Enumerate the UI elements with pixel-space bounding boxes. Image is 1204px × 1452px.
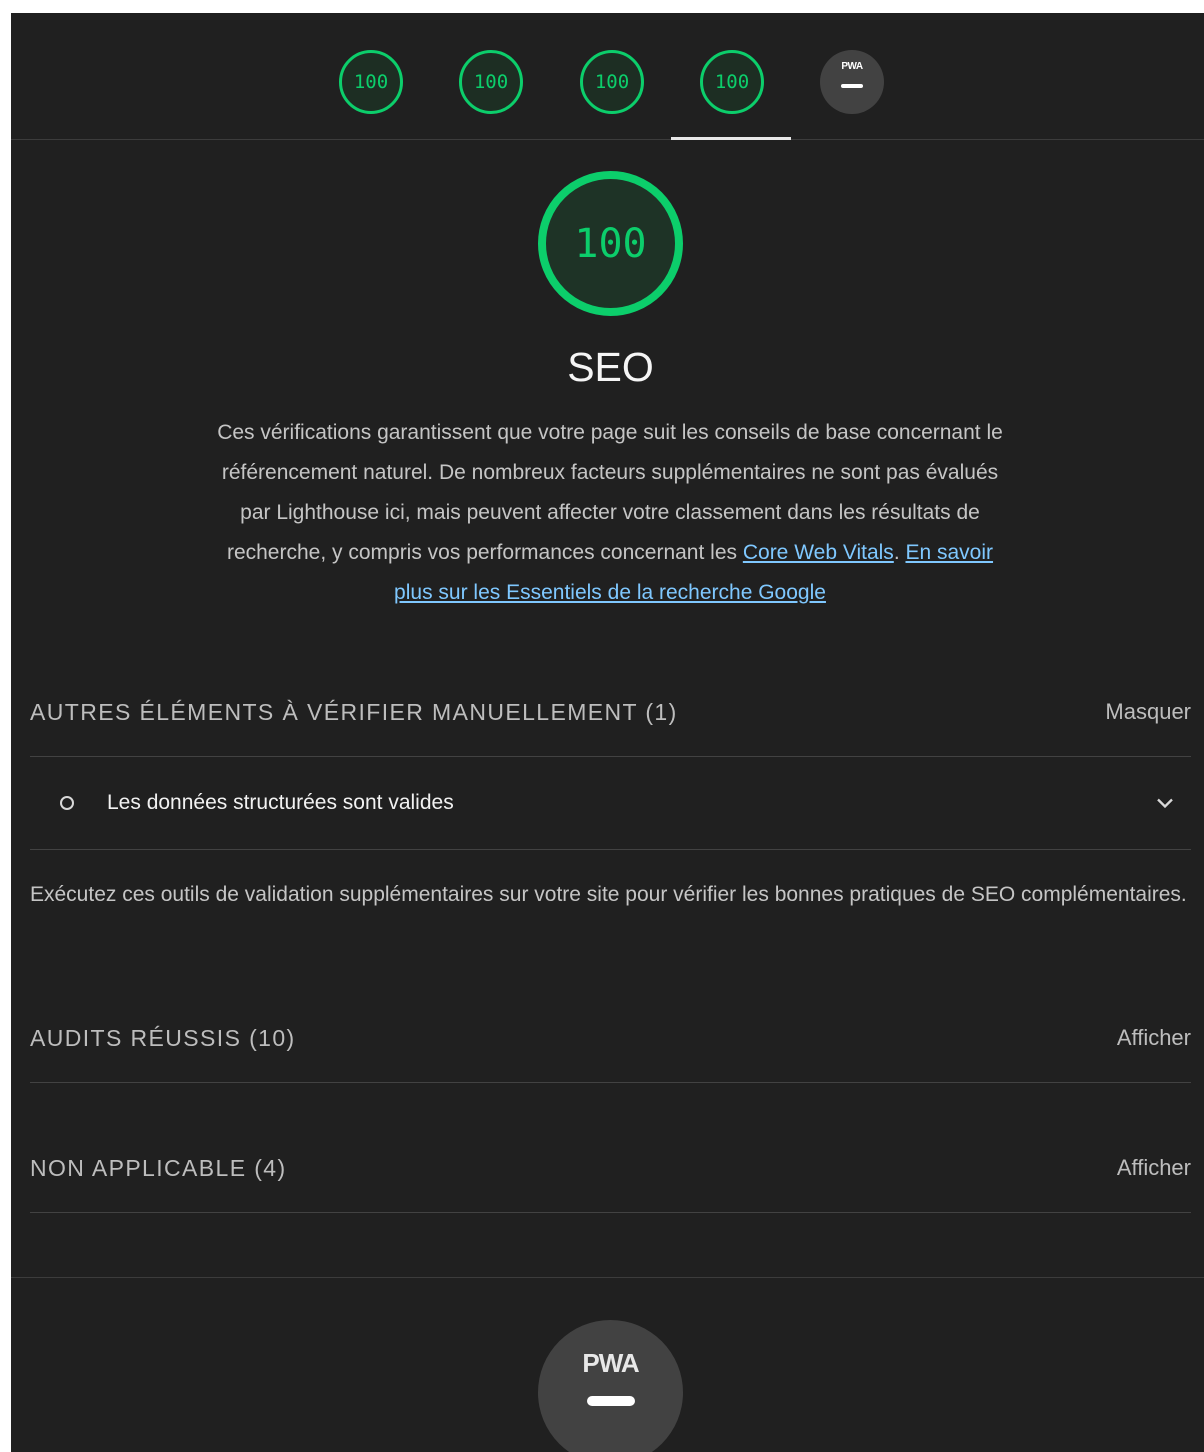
category-description: Ces vérifications garantissent que votre… — [217, 413, 1003, 613]
chevron-down-icon[interactable] — [1151, 789, 1179, 817]
not-applicable-header: NON APPLICABLE (4) Afficher — [30, 1148, 1191, 1188]
gauge-accessibility[interactable]: 100 — [459, 50, 523, 114]
gauge-score: 100 — [353, 71, 389, 93]
active-tab-indicator — [671, 137, 791, 140]
show-not-applicable-button[interactable]: Afficher — [1117, 1155, 1191, 1181]
hide-button[interactable]: Masquer — [1105, 699, 1191, 725]
pwa-label: PWA — [841, 61, 863, 72]
gauge-seo[interactable]: 100 — [700, 50, 764, 114]
not-applicable-title: NON APPLICABLE (4) — [30, 1154, 287, 1181]
audit-structured-data[interactable]: Les données structurées sont valides — [30, 757, 1191, 849]
manual-checks-title: AUTRES ÉLÉMENTS À VÉRIFIER MANUELLEMENT … — [30, 698, 678, 725]
divider — [30, 1212, 1191, 1213]
lighthouse-report: 100 100 100 100 PWA 100 SEO Ces vérifica… — [11, 13, 1204, 1452]
gauge-pwa[interactable]: PWA — [820, 50, 884, 114]
seo-score-gauge: 100 — [538, 171, 683, 316]
seo-score: 100 — [574, 220, 647, 267]
passed-audits-header: AUDITS RÉUSSIS (10) Afficher — [30, 1018, 1191, 1058]
manual-checks-help: Exécutez ces outils de validation supplé… — [30, 883, 1187, 906]
pwa-dash-icon — [587, 1396, 635, 1406]
gauge-score: 100 — [594, 71, 630, 93]
core-web-vitals-link[interactable]: Core Web Vitals — [743, 541, 894, 564]
manual-audit-icon — [60, 796, 74, 810]
pwa-logo: PWA — [582, 1348, 639, 1378]
pwa-gauge: PWA — [538, 1320, 683, 1452]
description-separator: . — [893, 541, 906, 564]
manual-checks-header: AUTRES ÉLÉMENTS À VÉRIFIER MANUELLEMENT … — [30, 692, 1191, 732]
category-title: SEO — [567, 344, 654, 390]
gauge-score: 100 — [714, 71, 750, 93]
audit-title: Les données structurées sont valides — [107, 791, 454, 814]
score-gauge-bar: 100 100 100 100 PWA — [11, 13, 1204, 140]
divider — [30, 849, 1191, 850]
gauge-best-practices[interactable]: 100 — [580, 50, 644, 114]
gauge-score: 100 — [473, 71, 509, 93]
show-passed-button[interactable]: Afficher — [1117, 1025, 1191, 1051]
pwa-dash-icon — [841, 84, 863, 88]
category-divider — [11, 1277, 1204, 1278]
passed-audits-title: AUDITS RÉUSSIS (10) — [30, 1024, 296, 1051]
divider — [30, 1082, 1191, 1083]
gauge-performance[interactable]: 100 — [339, 50, 403, 114]
